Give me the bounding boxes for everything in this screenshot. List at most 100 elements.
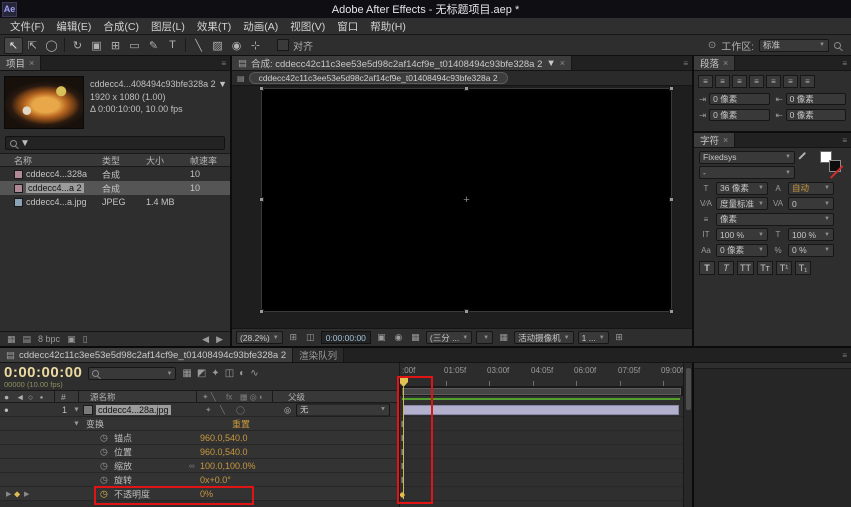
property-row-opacity[interactable]: ▶ ◆ ▶ ◷ 不透明度 0% [0, 487, 399, 501]
space-before-field[interactable]: 0 像素 [786, 109, 846, 121]
font-size-field[interactable]: 36 像素 ▼ [716, 182, 768, 195]
indent-right-field[interactable]: 0 像素 [786, 93, 846, 105]
property-row-position[interactable]: ◷ 位置 960.0,540.0 [0, 445, 399, 459]
color-depth[interactable]: 8 bpc [38, 334, 60, 344]
view-layout-dropdown[interactable]: 1 ... ▼ [578, 331, 609, 344]
column-type[interactable]: 类型 [102, 154, 146, 167]
camera-dropdown[interactable]: 活动摄像机 ▼ [514, 331, 573, 344]
property-name[interactable]: 旋转 [114, 473, 132, 486]
property-value[interactable]: 960.0,540.0 [200, 433, 248, 443]
snapshot-icon[interactable]: ▣ [375, 332, 388, 343]
justify-all-icon[interactable]: ≡ [800, 75, 815, 88]
project-item-row[interactable]: cddecc4...a 2 合成 10 [0, 181, 230, 195]
property-track[interactable] [400, 431, 683, 445]
tab-project[interactable]: 项目 × [0, 56, 41, 70]
property-row-scale[interactable]: ◷ 缩放 ∞ 100.0,100.0% [0, 459, 399, 473]
app-icon[interactable]: Ae [2, 2, 17, 17]
camera-tool[interactable]: ▣ [87, 37, 106, 54]
column-name[interactable]: 名称 [0, 154, 102, 167]
layer-source-name[interactable]: cddecc4...28a.jpg [96, 405, 171, 415]
eraser-tool[interactable]: ◉ [227, 37, 246, 54]
tsume-field[interactable]: 0 % ▼ [788, 244, 834, 257]
sync-icon[interactable]: ⊙ [708, 40, 716, 51]
layer-duration-bar[interactable] [403, 405, 679, 415]
property-value[interactable]: 100.0,100.0% [200, 461, 256, 471]
justify-last-left-icon[interactable]: ≡ [749, 75, 764, 88]
property-row-rotation[interactable]: ◷ 旋转 0x+0.0° [0, 473, 399, 487]
tab-character[interactable]: 字符 × [694, 133, 735, 147]
stopwatch-icon[interactable]: ◷ [100, 474, 108, 485]
property-value[interactable]: 960.0,540.0 [200, 447, 248, 457]
comp-mini-flowchart-icon[interactable]: ▦ [182, 368, 191, 379]
reset-link[interactable]: 重置 [232, 417, 250, 430]
menu-view[interactable]: 视图(V) [284, 19, 331, 34]
indent-left-field[interactable]: 0 像素 [709, 93, 769, 105]
quality-switch-icon[interactable]: ✦ [205, 405, 212, 414]
font-style-dropdown[interactable]: - ▼ [699, 166, 795, 179]
panel-menu-icon[interactable]: ≡ [683, 59, 688, 68]
type-tool[interactable]: T [163, 37, 182, 54]
dropdown-caret-icon[interactable]: ▼ [546, 58, 555, 69]
close-icon[interactable]: × [29, 58, 34, 68]
mask-visibility-icon[interactable]: ◫ [304, 332, 317, 343]
selection-handle[interactable] [669, 309, 674, 314]
breadcrumb-comp-name[interactable]: cddecc42c11c3ee53e5d98c2af14cf9e_t014084… [249, 72, 508, 84]
zoom-tool[interactable]: ◯ [42, 37, 61, 54]
comp-viewport[interactable]: + [232, 86, 692, 328]
frame-blend-icon[interactable]: ◫ [225, 368, 234, 379]
pen-tool[interactable]: ✎ [144, 37, 163, 54]
tab-render-queue[interactable]: 渲染队列 [293, 348, 344, 362]
safe-zones-icon[interactable]: ⊞ [287, 332, 300, 343]
twirl-open-icon[interactable]: ▼ [73, 420, 80, 427]
stopwatch-icon[interactable]: ◷ [100, 460, 108, 471]
property-track[interactable] [400, 459, 683, 473]
twirl-open-icon[interactable]: ▼ [73, 406, 80, 413]
scroll-left-icon[interactable]: ◀ [202, 334, 209, 345]
transform-group-row[interactable]: ▼ 变换 重置 [0, 417, 399, 431]
selection-handle[interactable] [464, 309, 469, 314]
panel-menu-icon[interactable]: ≡ [221, 59, 226, 68]
project-table-header[interactable]: 名称 类型 大小 帧速率 [0, 153, 230, 167]
column-framerate[interactable]: 帧速率 [190, 154, 228, 167]
collapse-switch-icon[interactable]: ╲ [220, 405, 225, 414]
menu-help[interactable]: 帮助(H) [364, 19, 412, 34]
subscript-button[interactable]: T₁ [795, 261, 811, 275]
property-track[interactable] [400, 445, 683, 459]
parent-column[interactable]: 父级 [288, 391, 305, 403]
tab-composition-viewer[interactable]: ▤ 合成: cddecc42c11c3ee53e5d98c2af14cf9e_t… [232, 56, 572, 70]
mode-column-icons[interactable]: ▦ ◎ ◐ [240, 392, 264, 401]
work-area-handle[interactable] [402, 388, 681, 395]
link-icon[interactable]: ∞ [189, 461, 195, 470]
align-left-icon[interactable]: ≡ [698, 75, 713, 88]
pan-behind-tool[interactable]: ⊞ [106, 37, 125, 54]
layer-row[interactable]: ● 1 ▼ cddecc4...28a.jpg ✦ ╲ ◯ ◎ 无 ▼ [0, 403, 399, 417]
column-size[interactable]: 大小 [146, 154, 190, 167]
clone-stamp-tool[interactable]: ▨ [208, 37, 227, 54]
motion-blur-icon[interactable]: ◐ [239, 368, 245, 379]
kerning-field[interactable]: 度量标准 ▼ [716, 197, 768, 210]
faux-bold-button[interactable]: T [699, 261, 715, 275]
horizontal-scale-field[interactable]: 100 % ▼ [788, 228, 834, 241]
next-keyframe-icon[interactable]: ▶ [24, 490, 29, 498]
channels-icon[interactable]: ▦ [409, 332, 422, 343]
menu-window[interactable]: 窗口 [331, 19, 364, 34]
property-value[interactable]: 0% [200, 489, 213, 499]
close-icon[interactable]: × [723, 135, 728, 145]
property-name[interactable]: 锚点 [114, 431, 132, 444]
dropdown-caret-icon[interactable]: ▼ [20, 138, 30, 149]
property-track[interactable] [400, 473, 683, 487]
stopwatch-icon[interactable]: ◷ [100, 488, 108, 499]
align-center-icon[interactable]: ≡ [715, 75, 730, 88]
leading-field[interactable]: 自动 ▼ [788, 182, 834, 195]
menu-edit[interactable]: 编辑(E) [50, 19, 97, 34]
dropdown-caret-icon[interactable]: ▼ [218, 79, 226, 89]
all-caps-button[interactable]: TT [737, 261, 754, 275]
workspace-dropdown[interactable]: 标准 ▼ [759, 39, 829, 52]
layer-number-column[interactable]: # [61, 392, 66, 402]
selection-handle[interactable] [259, 197, 264, 202]
keyframe-navigator-icon[interactable]: ◆ [14, 489, 20, 498]
snap-toggle-icon[interactable] [277, 39, 289, 51]
close-icon[interactable]: × [723, 58, 728, 68]
align-right-icon[interactable]: ≡ [732, 75, 747, 88]
selection-handle[interactable] [259, 309, 264, 314]
